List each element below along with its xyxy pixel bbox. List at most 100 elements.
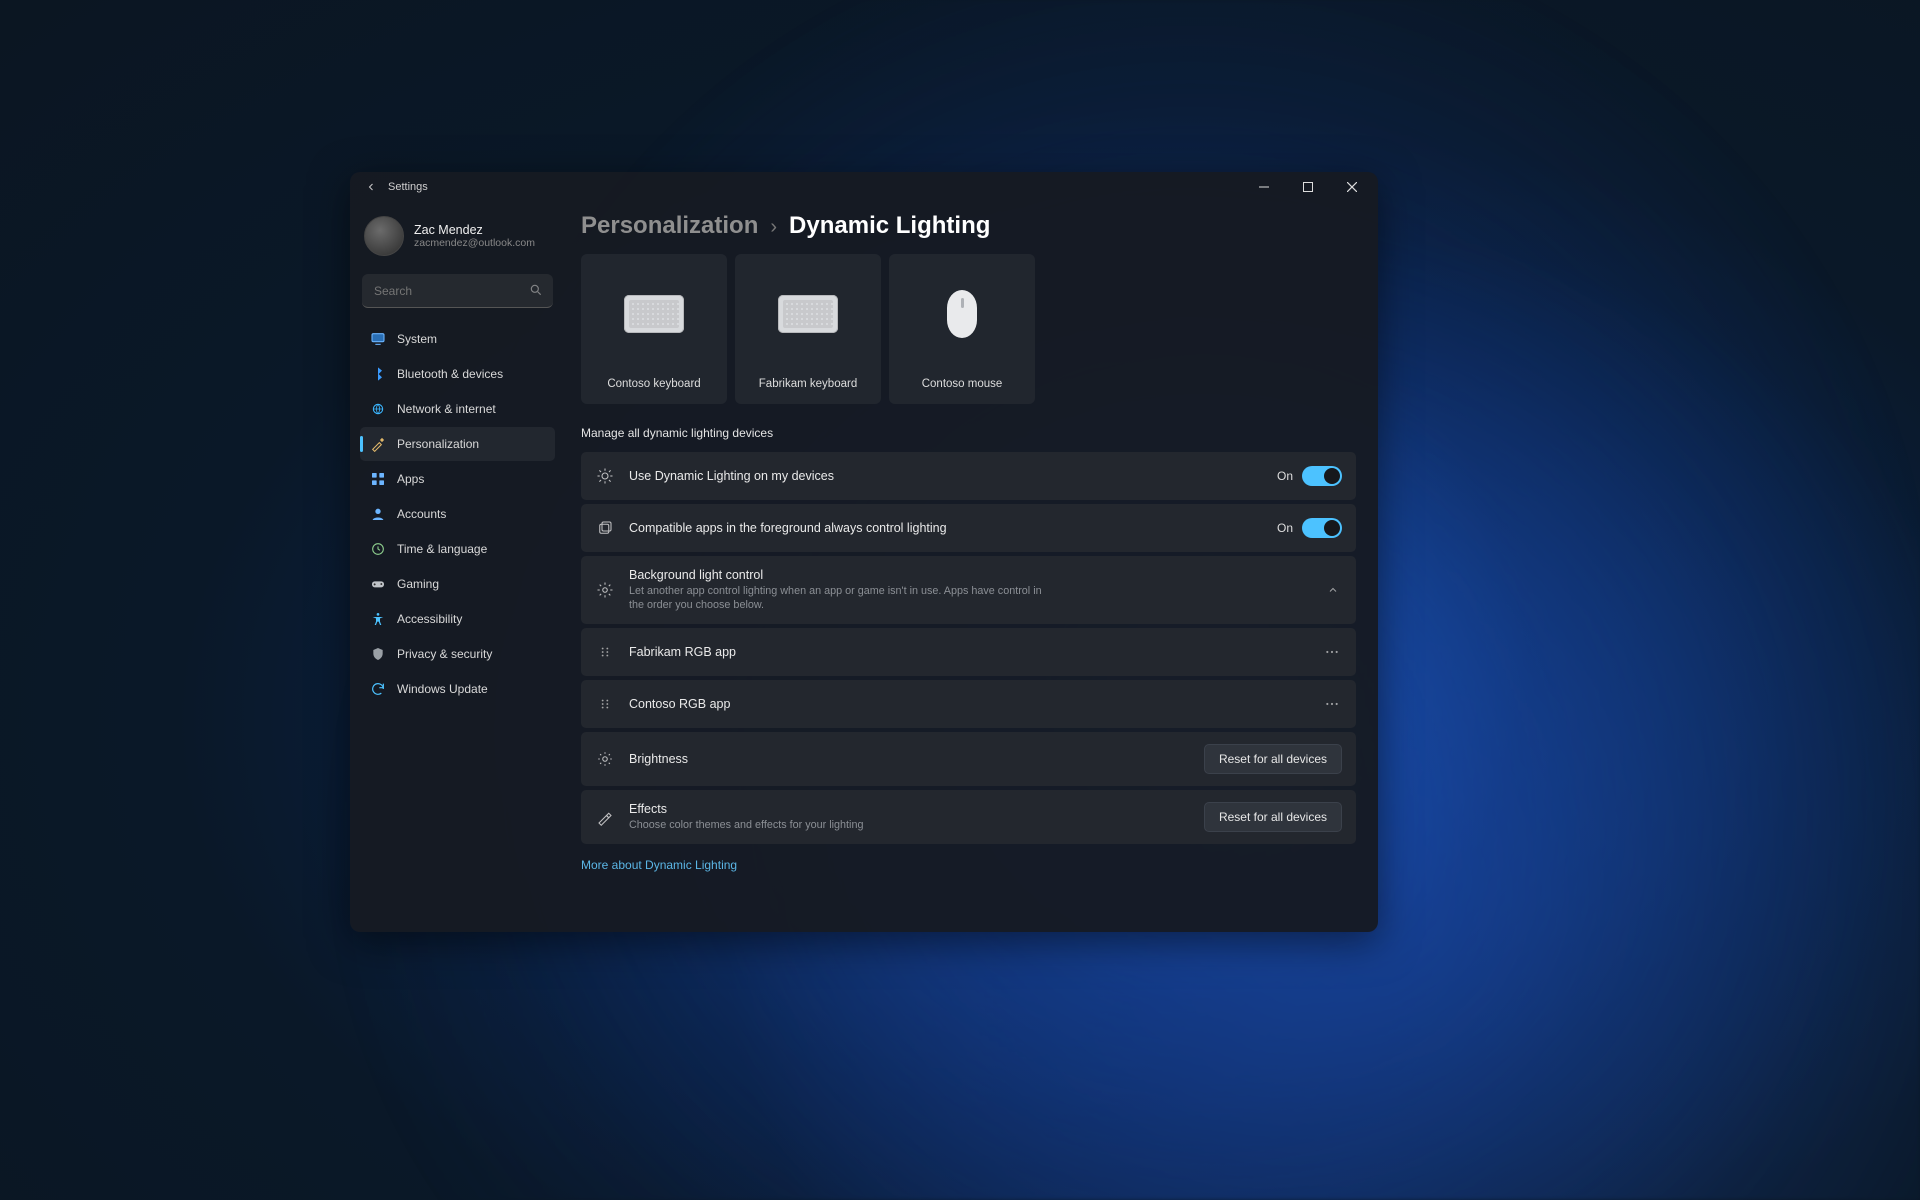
privacy-icon (370, 646, 386, 662)
drag-handle-icon[interactable] (595, 697, 615, 711)
minimize-button[interactable] (1242, 172, 1286, 202)
sidebar-item-label: Personalization (397, 437, 479, 451)
row-description: Choose color themes and effects for your… (629, 818, 1049, 832)
row-title: Compatible apps in the foreground always… (629, 521, 1263, 535)
row-bg-app[interactable]: Fabrikam RGB app (581, 628, 1356, 676)
toggle-state-label: On (1277, 469, 1293, 483)
bg-app-name: Fabrikam RGB app (629, 645, 1308, 659)
app-title: Settings (388, 181, 428, 193)
user-email: zacmendez@outlook.com (414, 237, 535, 249)
row-background-light-control[interactable]: Background light control Let another app… (581, 556, 1356, 624)
reset-brightness-button[interactable]: Reset for all devices (1204, 744, 1342, 774)
sidebar: Zac Mendez zacmendez@outlook.com System B… (350, 202, 565, 932)
row-title: Background light control (629, 568, 1310, 582)
gaming-icon (370, 576, 386, 592)
network-icon (370, 401, 386, 417)
sidebar-item-label: Bluetooth & devices (397, 367, 503, 381)
breadcrumb-separator: › (770, 216, 777, 239)
sidebar-item-label: Accounts (397, 507, 446, 521)
accessibility-icon (370, 611, 386, 627)
row-bg-app[interactable]: Contoso RGB app (581, 680, 1356, 728)
back-arrow-icon (365, 181, 377, 193)
bluetooth-icon (370, 366, 386, 382)
sidebar-item-apps[interactable]: Apps (360, 462, 555, 496)
row-title: Effects (629, 802, 1190, 816)
search-icon (529, 283, 543, 302)
toggle-state-label: On (1277, 521, 1293, 535)
sidebar-item-label: Network & internet (397, 402, 496, 416)
more-icon[interactable] (1322, 644, 1342, 660)
mouse-icon (947, 290, 977, 338)
sidebar-item-bluetooth[interactable]: Bluetooth & devices (360, 357, 555, 391)
sidebar-item-label: Accessibility (397, 612, 462, 626)
apps-stack-icon (595, 519, 615, 537)
search-input[interactable] (362, 274, 553, 308)
row-effects: Effects Choose color themes and effects … (581, 790, 1356, 844)
time-icon (370, 541, 386, 557)
nav: System Bluetooth & devices Network & inter… (358, 322, 557, 706)
settings-window: Settings Zac Mendez zacmendez@outlook.co… (350, 172, 1378, 932)
sidebar-item-network[interactable]: Network & internet (360, 392, 555, 426)
personalization-icon (370, 436, 386, 452)
device-label: Fabrikam keyboard (759, 378, 857, 390)
sidebar-item-label: Gaming (397, 577, 439, 591)
more-icon[interactable] (1322, 696, 1342, 712)
chevron-up-icon[interactable] (1324, 584, 1342, 596)
device-card-keyboard-1[interactable]: Fabrikam keyboard (735, 254, 881, 404)
device-list: Contoso keyboard Fabrikam keyboard Contoso… (581, 254, 1356, 404)
close-button[interactable] (1330, 172, 1374, 202)
settings-rows: Use Dynamic Lighting on my devices On Co… (581, 452, 1356, 844)
device-card-keyboard-0[interactable]: Contoso keyboard (581, 254, 727, 404)
maximize-button[interactable] (1286, 172, 1330, 202)
avatar (364, 216, 404, 256)
system-icon (370, 331, 386, 347)
accounts-icon (370, 506, 386, 522)
sun-icon (595, 467, 615, 485)
row-description: Let another app control lighting when an… (629, 584, 1049, 612)
sidebar-item-label: Time & language (397, 542, 487, 556)
sidebar-item-personalization[interactable]: Personalization (360, 427, 555, 461)
effects-icon (595, 808, 615, 826)
user-profile[interactable]: Zac Mendez zacmendez@outlook.com (358, 210, 557, 266)
maximize-icon (1303, 182, 1313, 192)
row-use-dynamic-lighting: Use Dynamic Lighting on my devices On (581, 452, 1356, 500)
row-title: Brightness (629, 752, 1190, 766)
keyboard-icon (778, 295, 838, 333)
reset-effects-button[interactable]: Reset for all devices (1204, 802, 1342, 832)
gear-icon (595, 581, 615, 599)
sidebar-item-accounts[interactable]: Accounts (360, 497, 555, 531)
row-compatible-apps: Compatible apps in the foreground always… (581, 504, 1356, 552)
bg-app-name: Contoso RGB app (629, 697, 1308, 711)
close-icon (1347, 182, 1357, 192)
sidebar-item-privacy[interactable]: Privacy & security (360, 637, 555, 671)
main-content: Personalization › Dynamic Lighting Conto… (565, 202, 1378, 932)
brightness-icon (595, 750, 615, 768)
device-card-mouse-2[interactable]: Contoso mouse (889, 254, 1035, 404)
minimize-icon (1259, 182, 1269, 192)
apps-icon (370, 471, 386, 487)
section-title: Manage all dynamic lighting devices (581, 426, 1356, 440)
toggle-compatible-apps[interactable] (1302, 518, 1342, 538)
sidebar-item-update[interactable]: Windows Update (360, 672, 555, 706)
sidebar-item-label: Windows Update (397, 682, 488, 696)
device-label: Contoso mouse (922, 378, 1003, 390)
titlebar: Settings (350, 172, 1378, 202)
user-name: Zac Mendez (414, 223, 535, 237)
sidebar-item-label: Privacy & security (397, 647, 492, 661)
device-label: Contoso keyboard (607, 378, 700, 390)
sidebar-item-system[interactable]: System (360, 322, 555, 356)
sidebar-item-time[interactable]: Time & language (360, 532, 555, 566)
sidebar-item-label: Apps (397, 472, 424, 486)
row-brightness: Brightness Reset for all devices (581, 732, 1356, 786)
breadcrumb-current: Dynamic Lighting (789, 212, 990, 240)
toggle-use-dynamic-lighting[interactable] (1302, 466, 1342, 486)
row-title: Use Dynamic Lighting on my devices (629, 469, 1263, 483)
sidebar-item-accessibility[interactable]: Accessibility (360, 602, 555, 636)
breadcrumb-parent[interactable]: Personalization (581, 212, 758, 240)
search-container (362, 274, 553, 308)
more-about-link[interactable]: More about Dynamic Lighting (581, 858, 1356, 872)
sidebar-item-gaming[interactable]: Gaming (360, 567, 555, 601)
drag-handle-icon[interactable] (595, 645, 615, 659)
update-icon (370, 681, 386, 697)
back-button[interactable] (362, 181, 380, 193)
